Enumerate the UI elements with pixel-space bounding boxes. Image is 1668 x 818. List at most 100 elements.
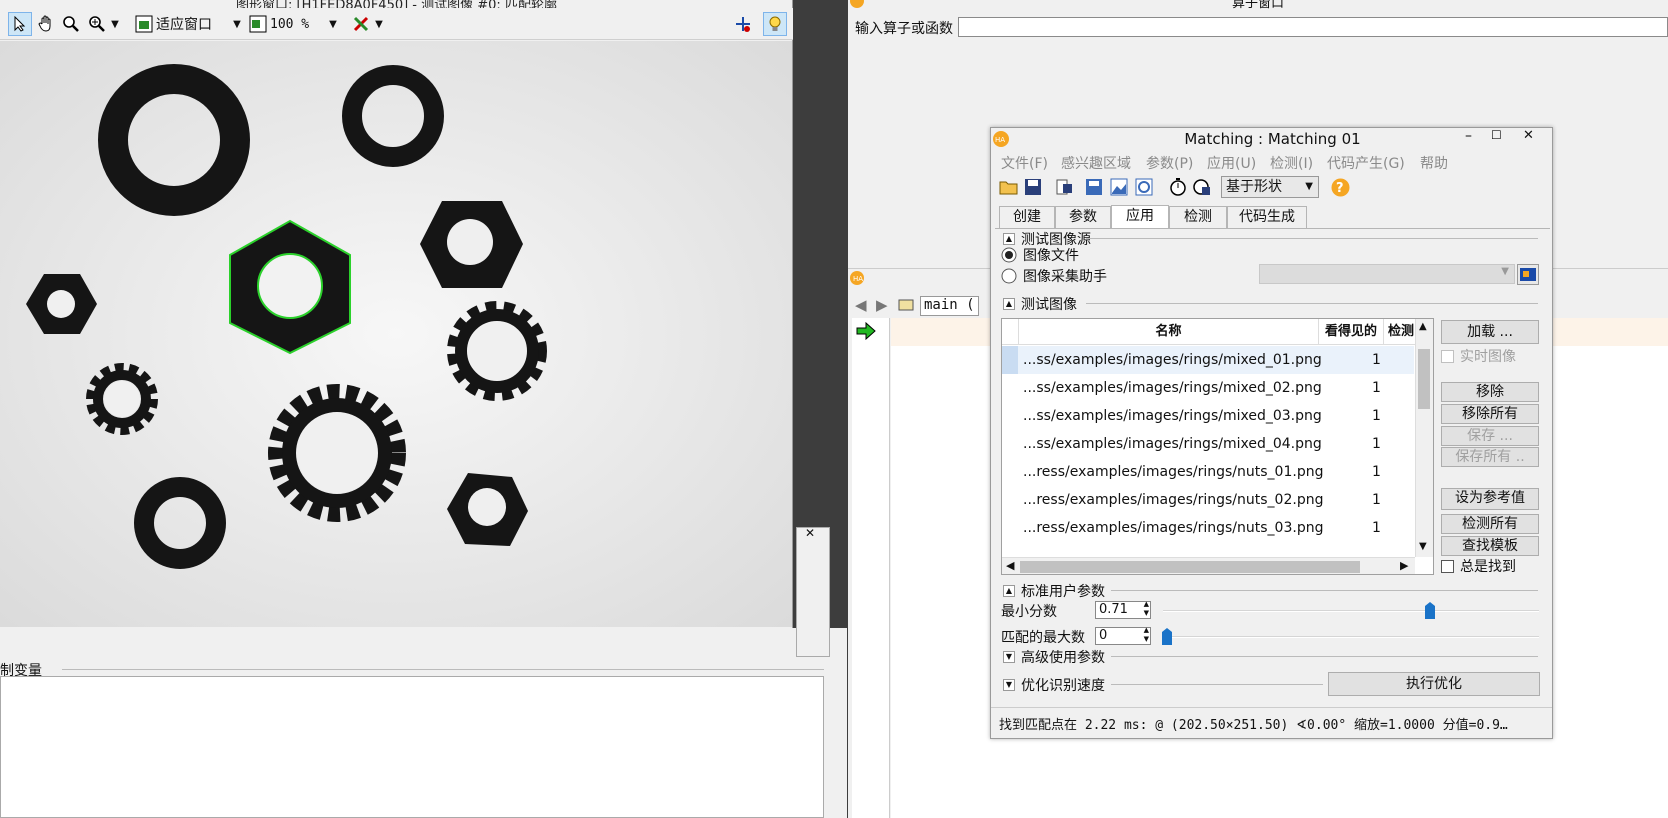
paint-icon[interactable] [350,12,372,36]
scroll-left-icon[interactable]: ◀ [1006,559,1014,572]
fit-dropdown-icon[interactable]: ▼ [230,12,244,36]
load-button[interactable]: 加载 ... [1441,320,1539,344]
zoom-in-icon[interactable] [86,12,108,36]
method-select[interactable]: 基于形状 ▼ [1221,176,1319,198]
minimize-button[interactable]: – [1465,128,1472,144]
table-row[interactable]: ...ress/examples/images/rings/nuts_03.pn… [1002,514,1414,542]
menu-inspect[interactable]: 检测(I) [1270,153,1313,173]
radio-image-file[interactable]: 图像文件 [1001,245,1079,265]
collapse-icon[interactable]: ▲ [1003,298,1015,310]
set-reference-button[interactable]: 设为参考值 [1441,488,1539,510]
table-row[interactable]: ...ss/examples/images/rings/mixed_01.png… [1002,346,1414,374]
tab-params[interactable]: 参数 [1055,206,1111,228]
timer-icon[interactable] [1169,178,1187,200]
column-header-visible[interactable]: 看得见的 [1319,319,1384,345]
menu-params[interactable]: 参数(P) [1146,153,1193,173]
image-icon[interactable] [1110,178,1128,200]
image-table[interactable]: 名称 看得见的 检测 ...ss/examples/images/rings/m… [1001,318,1434,575]
tab-codegen[interactable]: 代码生成 [1227,206,1307,228]
help-icon[interactable]: ? [1331,178,1350,201]
min-score-input[interactable]: 0.71 ▲ ▼ [1095,600,1151,619]
coordinate-icon[interactable] [732,12,754,36]
zoom-percent-icon[interactable] [248,12,268,36]
save-all-button[interactable]: 保存所有 .. [1441,447,1539,467]
scroll-thumb[interactable] [1418,349,1430,409]
section-test-images[interactable]: ▲ 测试图像 [1003,294,1077,314]
menu-codegen[interactable]: 代码产生(G) [1327,153,1405,173]
scroll-up-icon[interactable]: ▲ [1419,321,1427,332]
section-advanced[interactable]: ▼ 高级使用参数 [1003,647,1105,667]
remove-all-button[interactable]: 移除所有 [1441,404,1539,424]
scroll-thumb[interactable] [1020,561,1360,573]
table-row[interactable]: ...ress/examples/images/rings/nuts_02.pn… [1002,486,1414,514]
min-score-label: 最小分数 [1001,604,1057,620]
tab-apply[interactable]: 应用 [1111,205,1169,229]
export-icon[interactable] [1055,178,1073,200]
maximize-button[interactable]: ☐ [1491,128,1502,142]
fit-window-select[interactable]: 适应窗口 [156,12,226,36]
image-canvas[interactable] [0,41,792,627]
section-std-params[interactable]: ▲ 标准用户参数 [1003,581,1105,601]
radio-acquisition[interactable]: 图像采集助手 [1001,266,1107,286]
detect-all-button[interactable]: 检测所有 [1441,514,1539,534]
open-folder-icon[interactable] [999,178,1019,200]
max-matches-input[interactable]: 0 ▲ ▼ [1095,626,1151,645]
expand-icon[interactable]: ▼ [1003,679,1015,691]
min-score-slider-thumb[interactable] [1424,602,1436,624]
section-optimize[interactable]: ▼ 优化识别速度 [1003,675,1105,695]
hand-icon[interactable] [35,12,57,36]
collapse-icon[interactable]: ▲ [1003,585,1015,597]
zoom-percent-dropdown-icon[interactable]: ▼ [326,12,340,36]
pointer-icon[interactable] [8,12,32,36]
procedure-select[interactable]: main ( [920,296,979,316]
menu-file[interactable]: 文件(F) [1001,153,1048,173]
always-find-checkbox[interactable]: 总是找到 [1441,556,1516,576]
forward-arrow-icon[interactable]: ▶ [876,296,888,314]
collapse-icon[interactable]: ▲ [1003,233,1015,245]
min-score-slider-track[interactable] [1163,610,1539,612]
column-header-name[interactable]: 名称 [1019,319,1319,345]
scroll-right-icon[interactable]: ▶ [1400,559,1408,572]
realtime-checkbox[interactable]: 实时图像 [1441,346,1516,366]
menu-help[interactable]: 帮助 [1420,153,1448,173]
variable-list[interactable] [0,676,824,818]
tab-inspect[interactable]: 检测 [1169,206,1227,228]
max-matches-slider-track[interactable] [1163,636,1539,638]
table-row[interactable]: ...ss/examples/images/rings/mixed_02.png… [1002,374,1414,402]
lightbulb-icon[interactable] [763,12,787,36]
back-arrow-icon[interactable]: ◀ [855,296,867,314]
vertical-scrollbar[interactable]: ▲ ▼ [1415,319,1433,557]
menu-apply[interactable]: 应用(U) [1207,153,1256,173]
zoom-percent-select[interactable]: 100 % [270,12,330,36]
save-disk-icon[interactable] [1024,178,1042,200]
save-params-icon[interactable] [1085,178,1103,200]
table-row[interactable]: ...ss/examples/images/rings/mixed_04.png… [1002,430,1414,458]
shape-icon[interactable] [1135,178,1153,200]
tab-create[interactable]: 创建 [999,206,1055,228]
spin-arrows-icon[interactable]: ▲ ▼ [1144,600,1149,618]
close-button[interactable]: ✕ [1523,128,1534,143]
max-matches-slider-thumb[interactable] [1161,628,1173,650]
horizontal-scrollbar[interactable]: ◀ ▶ [1002,557,1415,574]
acquisition-assistant-icon[interactable] [1517,264,1539,285]
spin-arrows-icon[interactable]: ▲ ▼ [1144,626,1149,644]
expand-icon[interactable]: ▼ [1003,651,1015,663]
scroll-down-icon[interactable]: ▼ [1419,541,1427,552]
remove-button[interactable]: 移除 [1441,382,1539,402]
procedure-icon[interactable] [898,297,914,315]
table-row[interactable]: ...ress/examples/images/rings/nuts_01.pn… [1002,458,1414,486]
paint-dropdown-icon[interactable]: ▼ [372,12,386,36]
run-optimize-button[interactable]: 执行优化 [1328,672,1540,696]
magnifier-icon[interactable] [60,12,82,36]
table-row[interactable]: ...ss/examples/images/rings/mixed_03.png… [1002,402,1414,430]
find-model-button[interactable]: 查找模板 [1441,536,1539,556]
operator-input[interactable] [958,17,1668,37]
menu-roi[interactable]: 感兴趣区域 [1061,153,1131,173]
acquisition-select[interactable]: ▼ [1259,264,1515,284]
save-button[interactable]: 保存 ... [1441,426,1539,446]
zoom-dropdown-icon[interactable]: ▼ [108,12,122,36]
timer-settings-icon[interactable] [1193,178,1211,200]
fit-window-icon[interactable] [134,12,154,36]
divider [62,669,824,670]
close-icon[interactable]: ✕ [805,526,815,540]
